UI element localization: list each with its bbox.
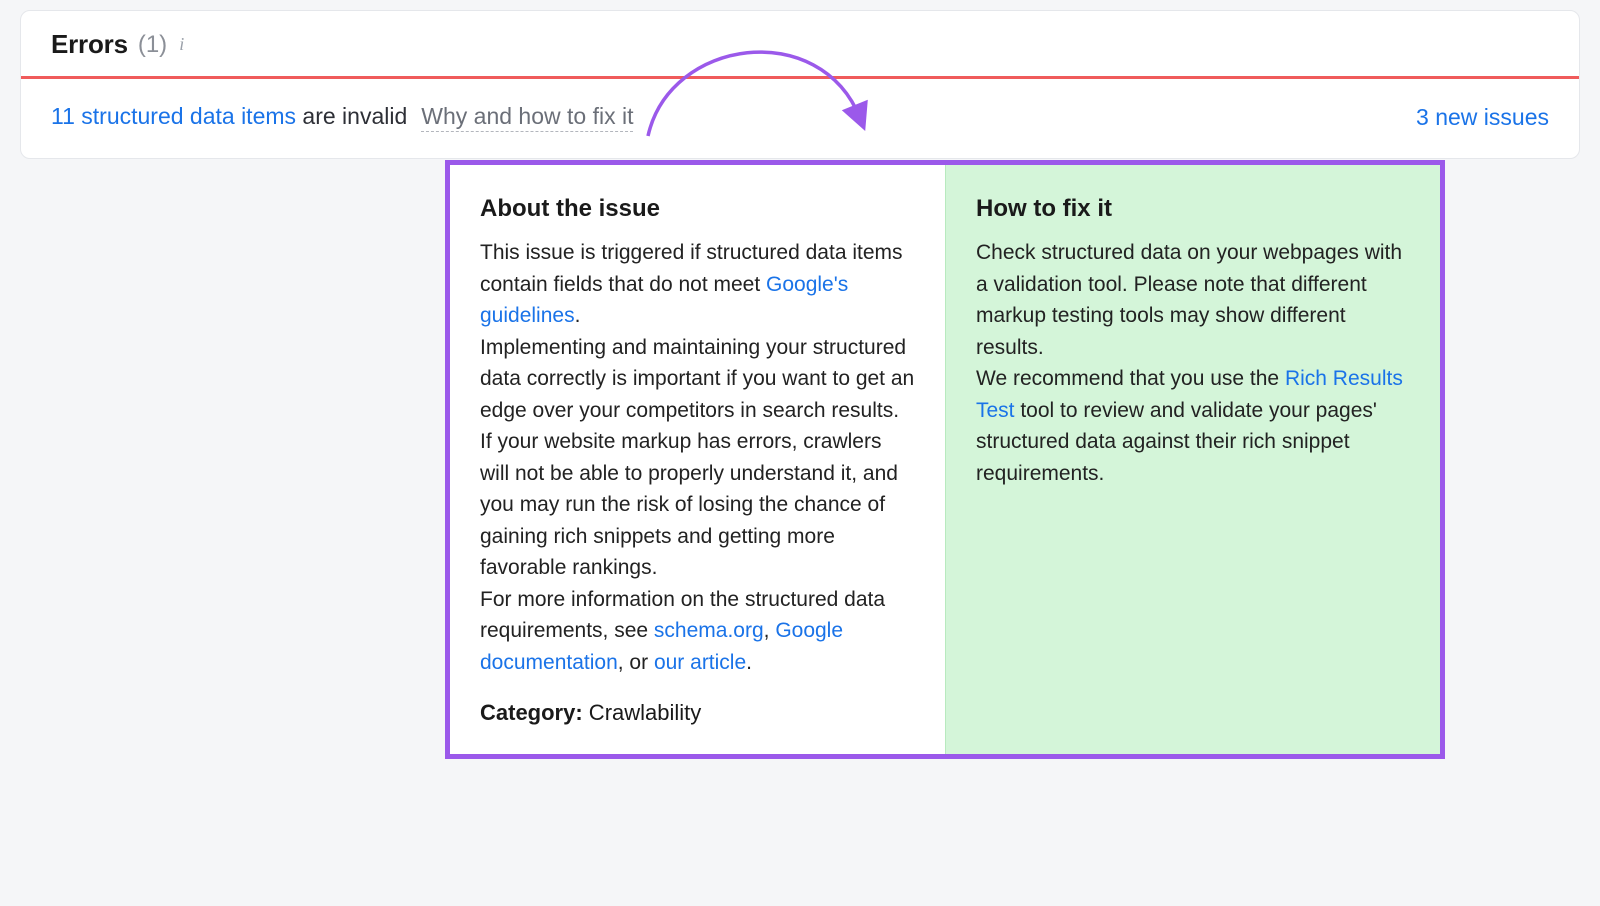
why-and-how-link[interactable]: Why and how to fix it [421, 103, 633, 132]
fix-p2-post: tool to review and validate your pages' … [976, 399, 1377, 485]
info-icon[interactable]: i [177, 34, 186, 55]
about-paragraph-1: This issue is triggered if structured da… [480, 237, 915, 332]
category-line: Category: Crawlability [480, 700, 915, 726]
fix-paragraph-2: We recommend that you use the Rich Resul… [976, 363, 1410, 489]
category-label: Category: [480, 700, 583, 725]
about-heading: About the issue [480, 195, 915, 223]
issue-detail-popup: About the issue This issue is triggered … [445, 160, 1445, 759]
about-paragraph-2: Implementing and maintaining your struct… [480, 332, 915, 427]
about-p4-mid2: , or [618, 651, 654, 674]
about-p4-mid1: , [764, 619, 776, 642]
about-p4-post: . [746, 651, 752, 674]
issue-text: 11 structured data items are invalid Why… [51, 103, 633, 132]
issue-row: 11 structured data items are invalid Why… [21, 79, 1579, 158]
schema-org-link[interactable]: schema.org [654, 619, 764, 642]
errors-title: Errors [51, 29, 128, 60]
errors-card: Errors (1) i 11 structured data items ar… [20, 10, 1580, 159]
issue-summary: 11 structured data items are invalid [51, 103, 407, 130]
errors-count: (1) [138, 31, 167, 59]
about-paragraph-4: For more information on the structured d… [480, 584, 915, 679]
fix-paragraph-1: Check structured data on your webpages w… [976, 237, 1410, 363]
issue-suffix: are invalid [296, 103, 407, 129]
issue-items-link[interactable]: 11 structured data items [51, 103, 296, 129]
fix-heading: How to fix it [976, 195, 1410, 223]
how-to-fix-column: How to fix it Check structured data on y… [945, 165, 1440, 754]
about-paragraph-3: If your website markup has errors, crawl… [480, 426, 915, 584]
new-issues-link[interactable]: 3 new issues [1416, 104, 1549, 131]
category-value: Crawlability [583, 700, 702, 725]
our-article-link[interactable]: our article [654, 651, 746, 674]
fix-p2-pre: We recommend that you use the [976, 367, 1285, 390]
errors-header: Errors (1) i [21, 11, 1579, 79]
about-p1-post: . [575, 304, 581, 327]
about-issue-column: About the issue This issue is triggered … [450, 165, 945, 754]
